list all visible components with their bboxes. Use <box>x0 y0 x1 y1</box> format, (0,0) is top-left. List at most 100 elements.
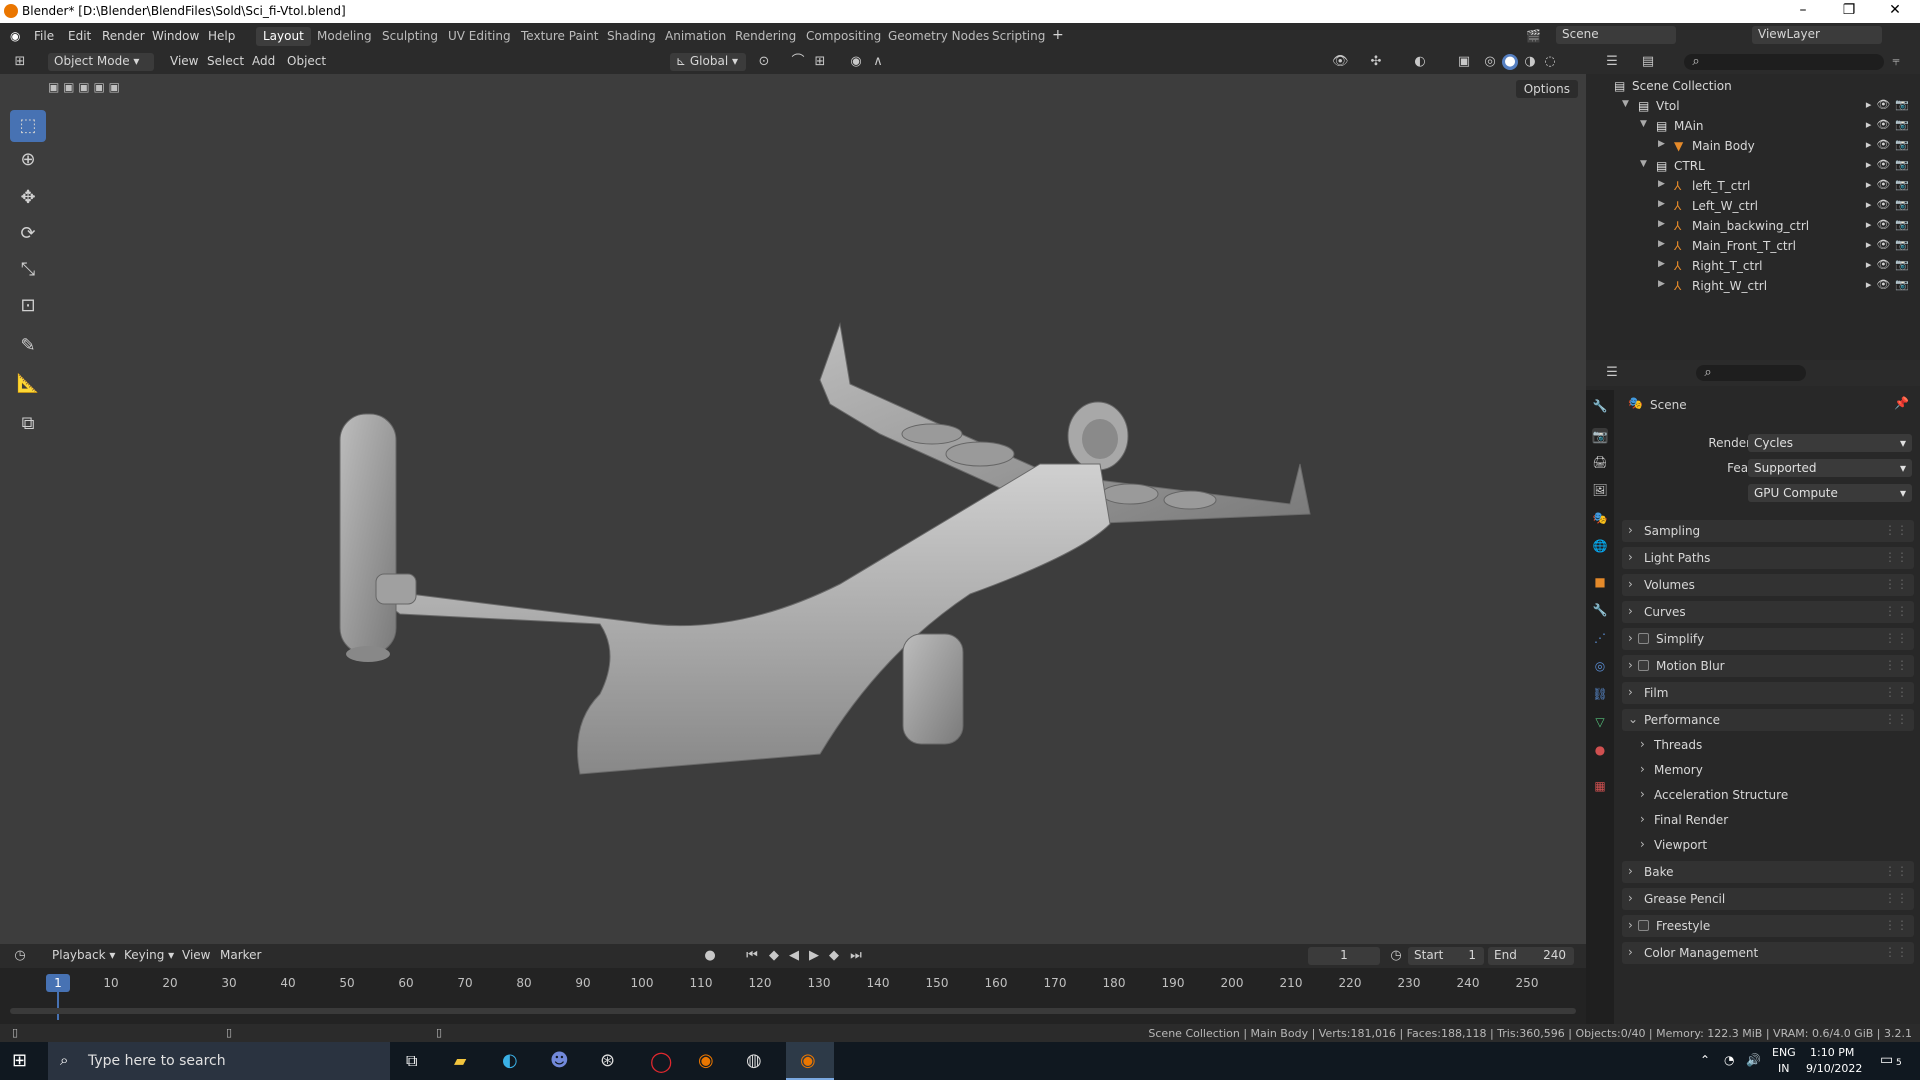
jump-start-icon[interactable]: ⏮ <box>744 948 760 964</box>
outliner-row[interactable]: ▼ ▤ MAin ▸👁📷 <box>1586 116 1920 136</box>
menu-file[interactable]: File <box>34 29 54 43</box>
disclosure-icon[interactable]: ▶ <box>1658 179 1665 189</box>
drag-handle-icon[interactable]: ⋮⋮ <box>1884 918 1908 932</box>
3d-viewport[interactable]: ▣ ▣ ▣ ▣ ▣ Options ⬚ ⊕ ✥ ⟳ ⤡ ⊡ ✎ 📐 ⧉ <box>0 74 1586 944</box>
panel-checkbox[interactable] <box>1638 660 1649 671</box>
disclosure-icon[interactable]: ▶ <box>1658 259 1665 269</box>
display-mode-icon[interactable]: ▤ <box>1640 54 1656 70</box>
disclosure-icon[interactable]: ▼ <box>1622 99 1629 109</box>
blender-taskbar-icon[interactable]: ◉ <box>698 1050 714 1071</box>
language-label[interactable]: ENG <box>1772 1046 1796 1059</box>
drag-handle-icon[interactable]: ⋮⋮ <box>1884 631 1908 645</box>
texture-tab-icon[interactable]: ▦ <box>1592 778 1608 794</box>
scene-icon[interactable]: 🎬 <box>1526 29 1541 43</box>
proportional-edit-icon[interactable]: ◉ <box>848 54 864 70</box>
maximize-button[interactable]: ❐ <box>1834 2 1864 18</box>
outliner-row[interactable]: ▶ ⅄ left_T_ctrl ▸👁📷 <box>1586 176 1920 196</box>
timeline-editor-type-icon[interactable]: ◷ <box>12 948 28 964</box>
outliner-row[interactable]: ▶ ▼ Main Body ▸👁📷 <box>1586 136 1920 156</box>
tab-modeling[interactable]: Modeling <box>310 27 379 46</box>
menu-view[interactable]: View <box>164 53 204 71</box>
material-shading-icon[interactable]: ◑ <box>1522 54 1538 70</box>
rendered-shading-icon[interactable]: ◌ <box>1542 54 1558 70</box>
panel-checkbox[interactable] <box>1638 633 1649 644</box>
drag-handle-icon[interactable]: ⋮⋮ <box>1884 864 1908 878</box>
panel-header[interactable]: › Light Paths ⋮⋮ <box>1622 547 1914 569</box>
scene-selector[interactable]: Scene <box>1556 26 1676 44</box>
panel-checkbox[interactable] <box>1638 920 1649 931</box>
rotate-tool-icon[interactable]: ⟳ <box>10 218 46 250</box>
panel-header[interactable]: › Curves ⋮⋮ <box>1622 601 1914 623</box>
panel-header[interactable]: › Motion Blur ⋮⋮ <box>1622 655 1914 677</box>
falloff-icon[interactable]: ∧ <box>870 54 886 70</box>
disclosure-icon[interactable]: ▼ <box>1640 159 1647 169</box>
edge-icon[interactable]: ◐ <box>502 1050 518 1071</box>
outliner-row[interactable]: ▼ ▤ Vtol ▸👁📷 <box>1586 96 1920 116</box>
object-tab-icon[interactable]: ■ <box>1592 574 1608 590</box>
material-tab-icon[interactable]: ● <box>1592 742 1608 758</box>
scene-tab-icon[interactable]: 🎭 <box>1592 510 1608 526</box>
drag-handle-icon[interactable]: ⋮⋮ <box>1884 658 1908 672</box>
disclosure-icon[interactable]: ▶ <box>1658 199 1665 209</box>
outliner-row[interactable]: ▶ ⅄ Right_T_ctrl ▸👁📷 <box>1586 256 1920 276</box>
outliner-root-row[interactable]: ▤ Scene Collection <box>1586 76 1920 96</box>
menu-timeline-view[interactable]: View <box>176 947 216 965</box>
properties-editor[interactable]: ☰ ⌕ 🔧 📷 🖨 🖼 🎭 🌐 ■ 🔧 ⋰ ◎ ⛓ ▽ ● ▦ 🎭 Scene … <box>1586 360 1920 1024</box>
end-frame-field[interactable]: End 240 <box>1488 947 1574 965</box>
visibility-toggles[interactable]: ▸👁📷 <box>1866 278 1914 291</box>
mode-selector[interactable]: Object Mode ▾ <box>48 53 154 71</box>
jump-keyframe-forward-icon[interactable]: ◆ <box>826 948 842 964</box>
gizmo-icon[interactable]: ✣ <box>1368 54 1384 70</box>
play-icon[interactable]: ▶ <box>806 948 822 964</box>
disclosure-icon[interactable]: ▶ <box>1658 239 1665 249</box>
visibility-toggles[interactable]: ▸👁📷 <box>1866 118 1914 131</box>
preview-range-icon[interactable]: ◷ <box>1388 948 1404 964</box>
jump-keyframe-back-icon[interactable]: ◆ <box>766 948 782 964</box>
menu-add[interactable]: Add <box>246 53 281 71</box>
subpanel-header[interactable]: › Threads <box>1634 734 1914 756</box>
timeline-scrollbar[interactable] <box>10 1008 1576 1014</box>
blender-active-window[interactable]: ◉ <box>786 1042 834 1080</box>
tab-compositing[interactable]: Compositing <box>799 27 888 46</box>
panel-header[interactable]: › Color Management ⋮⋮ <box>1622 942 1914 964</box>
panel-header[interactable]: › Volumes ⋮⋮ <box>1622 574 1914 596</box>
snap-icon[interactable]: ⌒ <box>790 54 806 70</box>
disclosure-icon[interactable]: ▼ <box>1640 119 1647 129</box>
drag-handle-icon[interactable]: ⋮⋮ <box>1884 523 1908 537</box>
particles-tab-icon[interactable]: ⋰ <box>1592 630 1608 646</box>
jump-end-icon[interactable]: ⏭ <box>848 948 864 964</box>
menu-window[interactable]: Window <box>152 29 199 43</box>
tab-texture-paint[interactable]: Texture Paint <box>514 27 605 46</box>
drag-handle-icon[interactable]: ⋮⋮ <box>1884 550 1908 564</box>
outliner-row[interactable]: ▶ ⅄ Right_W_ctrl ▸👁📷 <box>1586 276 1920 296</box>
auto-keying-icon[interactable]: ● <box>702 948 718 964</box>
menu-edit[interactable]: Edit <box>68 29 91 43</box>
visibility-toggles[interactable]: ▸👁📷 <box>1866 178 1914 191</box>
blender-menu-icon[interactable]: ◉ <box>10 29 20 43</box>
transform-tool-icon[interactable]: ⊡ <box>10 290 46 322</box>
tab-layout[interactable]: Layout <box>256 27 311 46</box>
panel-header[interactable]: ⌄ Performance ⋮⋮ <box>1622 709 1914 731</box>
outliner-search-input[interactable] <box>1684 54 1884 70</box>
minimize-button[interactable]: – <box>1788 2 1818 18</box>
current-frame-marker[interactable]: 1 <box>46 974 70 992</box>
task-view-icon[interactable]: ⧉ <box>406 1051 417 1071</box>
editor-type-icon[interactable]: ⊞ <box>12 54 28 70</box>
output-tab-icon[interactable]: 🖨 <box>1592 454 1608 470</box>
orientation-selector[interactable]: ⊾ Global ▾ <box>670 53 746 71</box>
clock-time[interactable]: 1:10 PM <box>1810 1046 1854 1059</box>
drag-handle-icon[interactable]: ⋮⋮ <box>1884 685 1908 699</box>
play-reverse-icon[interactable]: ◀ <box>786 948 802 964</box>
drag-handle-icon[interactable]: ⋮⋮ <box>1884 945 1908 959</box>
tab-scripting[interactable]: Scripting <box>985 27 1052 46</box>
vtol-model[interactable] <box>320 294 1340 834</box>
cursor-tool-icon[interactable]: ⊕ <box>10 144 46 176</box>
scale-tool-icon[interactable]: ⤡ <box>10 254 46 286</box>
outliner-row[interactable]: ▶ ⅄ Main_backwing_ctrl ▸👁📷 <box>1586 216 1920 236</box>
tool-tab-icon[interactable]: 🔧 <box>1592 398 1608 414</box>
outliner-editor[interactable]: ☰ ▤ ⌕ ⫧ ▤ Scene Collection ▼ ▤ Vtol ▸👁📷 ▼ ▤ MA… <box>1586 50 1920 360</box>
visibility-toggles[interactable]: ▸👁📷 <box>1866 218 1914 231</box>
opera-icon[interactable]: ◯ <box>650 1049 672 1073</box>
tray-chevron-icon[interactable]: ⌃ <box>1700 1053 1710 1067</box>
volume-icon[interactable]: 🔊 <box>1746 1053 1761 1067</box>
